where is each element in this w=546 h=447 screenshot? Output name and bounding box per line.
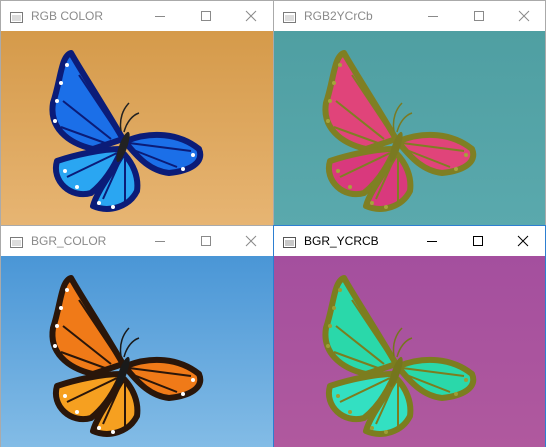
window-rgb-color[interactable]: RGB COLOR (0, 0, 273, 225)
wing-spot (59, 306, 63, 310)
wing-spot (326, 344, 330, 348)
wing-spot (59, 81, 63, 85)
window-title: BGR_COLOR (31, 234, 107, 248)
image-area (274, 256, 545, 447)
minimize-button[interactable] (145, 229, 175, 253)
wing-spot (384, 430, 388, 434)
wing-spot (55, 324, 59, 328)
wing-spot (65, 288, 69, 292)
wing-spot (464, 153, 468, 157)
wing-spot (454, 392, 458, 396)
maximize-icon (474, 11, 484, 21)
wing-spot (111, 205, 115, 209)
wing-spot (464, 378, 468, 382)
window-title: RGB COLOR (31, 9, 104, 23)
wing-spot (328, 324, 332, 328)
maximize-icon (473, 236, 483, 246)
minimize-icon (428, 16, 438, 17)
wing-spot (370, 426, 374, 430)
minimize-icon (427, 241, 437, 242)
title-bar[interactable]: RGB2YCrCb (274, 1, 545, 31)
app-window-icon (10, 10, 23, 23)
wing-spot (348, 410, 352, 414)
wing-spot (53, 344, 57, 348)
wing-spot (336, 394, 340, 398)
wing-spot (53, 119, 57, 123)
wing-spot (384, 205, 388, 209)
wing-spot (328, 99, 332, 103)
close-icon (518, 10, 530, 22)
window-title: BGR_YCRCB (304, 234, 379, 248)
minimize-button[interactable] (145, 4, 175, 28)
minimize-button[interactable] (417, 229, 447, 253)
image-area (1, 31, 273, 225)
wing-spot (55, 99, 59, 103)
close-icon (245, 235, 257, 247)
close-icon (245, 10, 257, 22)
wing-spot (326, 119, 330, 123)
image-area (1, 256, 273, 447)
close-button[interactable] (508, 229, 538, 253)
image-area (274, 31, 545, 225)
wing-spot (75, 410, 79, 414)
title-bar[interactable]: RGB COLOR (1, 1, 273, 31)
maximize-button[interactable] (463, 229, 493, 253)
window-bgr-ycrcb[interactable]: BGR_YCRCB (273, 225, 546, 447)
window-bgr-color[interactable]: BGR_COLOR (0, 225, 273, 447)
wing-spot (181, 392, 185, 396)
maximize-button[interactable] (464, 4, 494, 28)
minimize-button[interactable] (418, 4, 448, 28)
maximize-icon (201, 236, 211, 246)
wing-spot (63, 394, 67, 398)
wing-spot (336, 169, 340, 173)
app-window-icon (10, 235, 23, 248)
close-button[interactable] (236, 4, 266, 28)
wing-spot (454, 167, 458, 171)
wing-spot (338, 63, 342, 67)
wing-spot (348, 185, 352, 189)
wing-spot (97, 201, 101, 205)
title-bar[interactable]: BGR_YCRCB (274, 226, 545, 256)
window-title: RGB2YCrCb (304, 9, 373, 23)
close-button[interactable] (509, 4, 539, 28)
window-rgb2ycrcb[interactable]: RGB2YCrCb (273, 0, 546, 225)
wing-spot (338, 288, 342, 292)
maximize-button[interactable] (191, 229, 221, 253)
app-window-icon (283, 235, 296, 248)
wing-spot (191, 153, 195, 157)
app-window-icon (283, 10, 296, 23)
wing-spot (370, 201, 374, 205)
close-button[interactable] (236, 229, 266, 253)
wing-spot (332, 306, 336, 310)
minimize-icon (155, 16, 165, 17)
maximize-button[interactable] (191, 4, 221, 28)
maximize-icon (201, 11, 211, 21)
close-icon (517, 235, 529, 247)
wing-spot (63, 169, 67, 173)
wing-spot (97, 426, 101, 430)
wing-spot (191, 378, 195, 382)
wing-spot (65, 63, 69, 67)
wing-spot (181, 167, 185, 171)
title-bar[interactable]: BGR_COLOR (1, 226, 273, 256)
wing-spot (332, 81, 336, 85)
wing-spot (111, 430, 115, 434)
minimize-icon (155, 241, 165, 242)
wing-spot (75, 185, 79, 189)
